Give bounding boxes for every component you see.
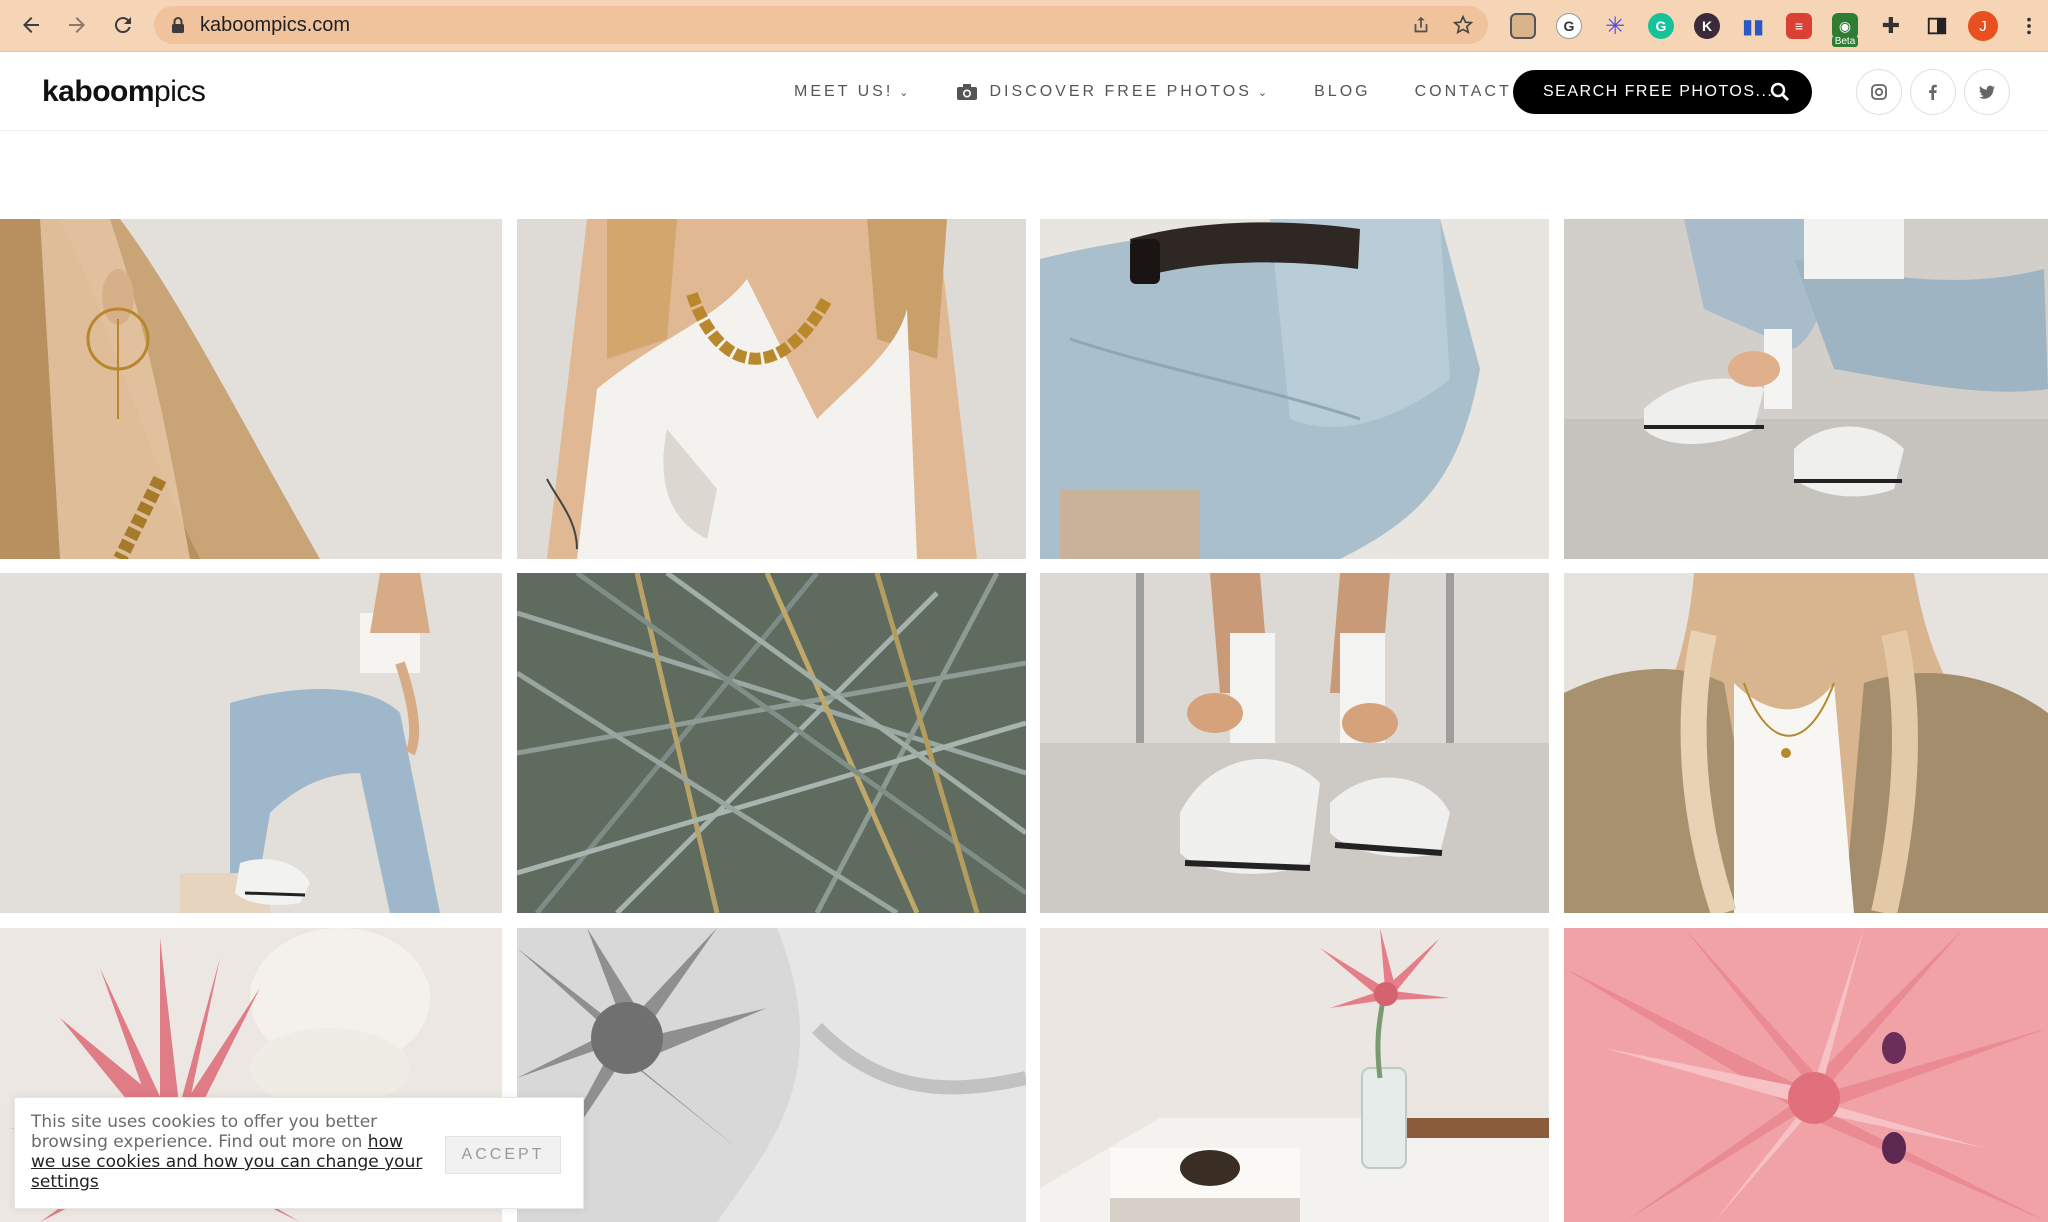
extension-2[interactable]: G bbox=[1546, 3, 1592, 49]
beta-badge: Beta bbox=[1831, 36, 1859, 47]
extension-todoist[interactable]: ≡ bbox=[1776, 3, 1822, 49]
nav-meet-us-label: MEET US! bbox=[794, 83, 894, 100]
cookie-banner: This site uses cookies to offer you bett… bbox=[14, 1097, 584, 1209]
extension-k[interactable]: K bbox=[1684, 3, 1730, 49]
logo-light: pics bbox=[154, 75, 206, 108]
sparkle-icon: ✳ bbox=[1604, 12, 1626, 40]
side-panel-button[interactable] bbox=[1914, 3, 1960, 49]
extensions-menu[interactable]: ✚ bbox=[1868, 3, 1914, 49]
nav-meet-us[interactable]: MEET US! ⌄ bbox=[794, 83, 912, 101]
nav-blog-label: BLOG bbox=[1314, 83, 1371, 100]
photo-grass[interactable] bbox=[517, 573, 1026, 913]
ghost-icon: G bbox=[1556, 13, 1582, 39]
reload-button[interactable] bbox=[102, 4, 144, 46]
photo-bw-flower[interactable] bbox=[517, 928, 1026, 1222]
extension-bars[interactable]: ▮▮ bbox=[1730, 3, 1776, 49]
extension-1[interactable] bbox=[1500, 3, 1546, 49]
camera-icon bbox=[956, 84, 977, 100]
nav-contact-label: CONTACT bbox=[1414, 83, 1512, 100]
site-logo[interactable]: kaboompics bbox=[42, 75, 206, 109]
browser-menu-button[interactable] bbox=[2006, 3, 2048, 49]
chevron-down-icon: ⌄ bbox=[1257, 86, 1271, 99]
address-bar[interactable]: kaboompics.com bbox=[154, 6, 1488, 44]
photo-jeans-stool-pose[interactable] bbox=[0, 573, 502, 913]
logo-bold: kaboom bbox=[42, 75, 155, 108]
extension-3[interactable]: ✳ bbox=[1592, 3, 1638, 49]
share-icon[interactable] bbox=[1410, 14, 1432, 36]
side-panel-icon bbox=[1927, 17, 1947, 35]
profile-avatar: J bbox=[1968, 11, 1998, 41]
photo-jeans-belt[interactable] bbox=[1040, 219, 1549, 559]
todoist-icon: ≡ bbox=[1786, 13, 1812, 39]
search-icon bbox=[1770, 82, 1789, 101]
photo-pink-flower-closeup[interactable] bbox=[1564, 928, 2048, 1222]
main-nav: MEET US! ⌄ DISCOVER FREE PHOTOS ⌄ BLOG C… bbox=[794, 53, 1556, 131]
instagram-link[interactable] bbox=[1856, 69, 1902, 115]
forward-button[interactable] bbox=[56, 4, 98, 46]
site-header: kaboompics MEET US! ⌄ DISCOVER FREE PHOT… bbox=[0, 53, 2048, 131]
photo-hands-tying-laces[interactable] bbox=[1040, 573, 1549, 913]
forward-arrow-icon bbox=[69, 17, 85, 33]
cookie-message: This site uses cookies to offer you bett… bbox=[31, 1112, 431, 1192]
reload-icon bbox=[114, 17, 131, 34]
bookmark-star-icon[interactable] bbox=[1452, 14, 1474, 36]
facebook-link[interactable] bbox=[1910, 69, 1956, 115]
lock-icon bbox=[172, 17, 184, 33]
puzzle-icon: ✚ bbox=[1881, 13, 1901, 38]
search-button[interactable]: SEARCH FREE PHOTOS... bbox=[1513, 70, 1812, 114]
extension-beta[interactable]: ◉ Beta bbox=[1822, 3, 1868, 49]
chevron-down-icon: ⌄ bbox=[899, 86, 912, 99]
search-label: SEARCH FREE PHOTOS... bbox=[1543, 83, 1774, 100]
nav-discover-label: DISCOVER FREE PHOTOS bbox=[989, 83, 1252, 100]
photo-earring-necklace[interactable] bbox=[0, 219, 502, 559]
twitter-icon bbox=[1979, 85, 1995, 99]
back-arrow-icon bbox=[23, 17, 39, 33]
cookie-text: This site uses cookies to offer you bett… bbox=[31, 1112, 378, 1152]
extensions-bar: G ✳ G K ▮▮ ≡ ◉ Beta ✚ J bbox=[1500, 0, 2048, 52]
grammarly-icon: G bbox=[1648, 13, 1674, 39]
photo-tying-sneakers-floor[interactable] bbox=[1564, 219, 2048, 559]
nav-blog[interactable]: BLOG bbox=[1314, 83, 1370, 101]
monitor-icon bbox=[1510, 13, 1536, 39]
photo-white-top-chain[interactable] bbox=[517, 219, 1026, 559]
twitter-link[interactable] bbox=[1964, 69, 2010, 115]
bars-icon: ▮▮ bbox=[1741, 15, 1764, 38]
instagram-icon bbox=[1871, 84, 1887, 100]
back-button[interactable] bbox=[10, 4, 52, 46]
photo-beige-blazer[interactable] bbox=[1564, 573, 2048, 913]
nav-discover[interactable]: DISCOVER FREE PHOTOS ⌄ bbox=[956, 83, 1271, 101]
photo-flower-glass-table[interactable] bbox=[1040, 928, 1549, 1222]
k-icon: K bbox=[1694, 13, 1720, 39]
facebook-icon bbox=[1929, 84, 1937, 100]
browser-toolbar: kaboompics.com G ✳ G K ▮▮ ≡ ◉ Beta ✚ J bbox=[0, 0, 2048, 52]
url-text: kaboompics.com bbox=[200, 13, 351, 36]
profile-button[interactable]: J bbox=[1960, 3, 2006, 49]
kebab-menu-icon bbox=[2027, 17, 2031, 35]
accept-cookies-button[interactable]: ACCEPT bbox=[445, 1136, 561, 1174]
nav-contact[interactable]: CONTACT bbox=[1415, 83, 1512, 101]
extension-grammarly[interactable]: G bbox=[1638, 3, 1684, 49]
